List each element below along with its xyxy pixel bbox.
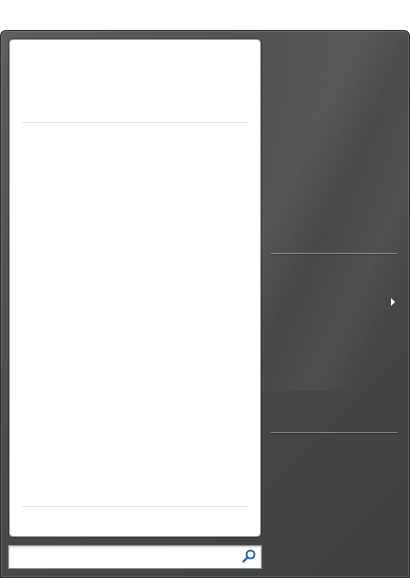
submenu-arrow-icon [391,298,395,306]
pinned-programs-list[interactable] [10,40,260,122]
places-menu-item[interactable] [269,293,399,313]
right-column [263,31,409,577]
user-links-area[interactable] [263,31,409,251]
all-programs-divider [22,506,248,507]
programs-pane [9,39,261,537]
right-upper-divider [271,253,397,254]
start-menu [0,30,410,578]
right-lower-divider [271,432,397,433]
magnifier-icon[interactable] [242,549,256,563]
pinned-divider [22,122,248,123]
search-input[interactable] [13,548,233,564]
search-box[interactable] [8,545,262,569]
recent-programs-list[interactable] [10,124,260,504]
power-options-area[interactable] [263,435,409,575]
all-programs-button[interactable] [10,508,260,534]
